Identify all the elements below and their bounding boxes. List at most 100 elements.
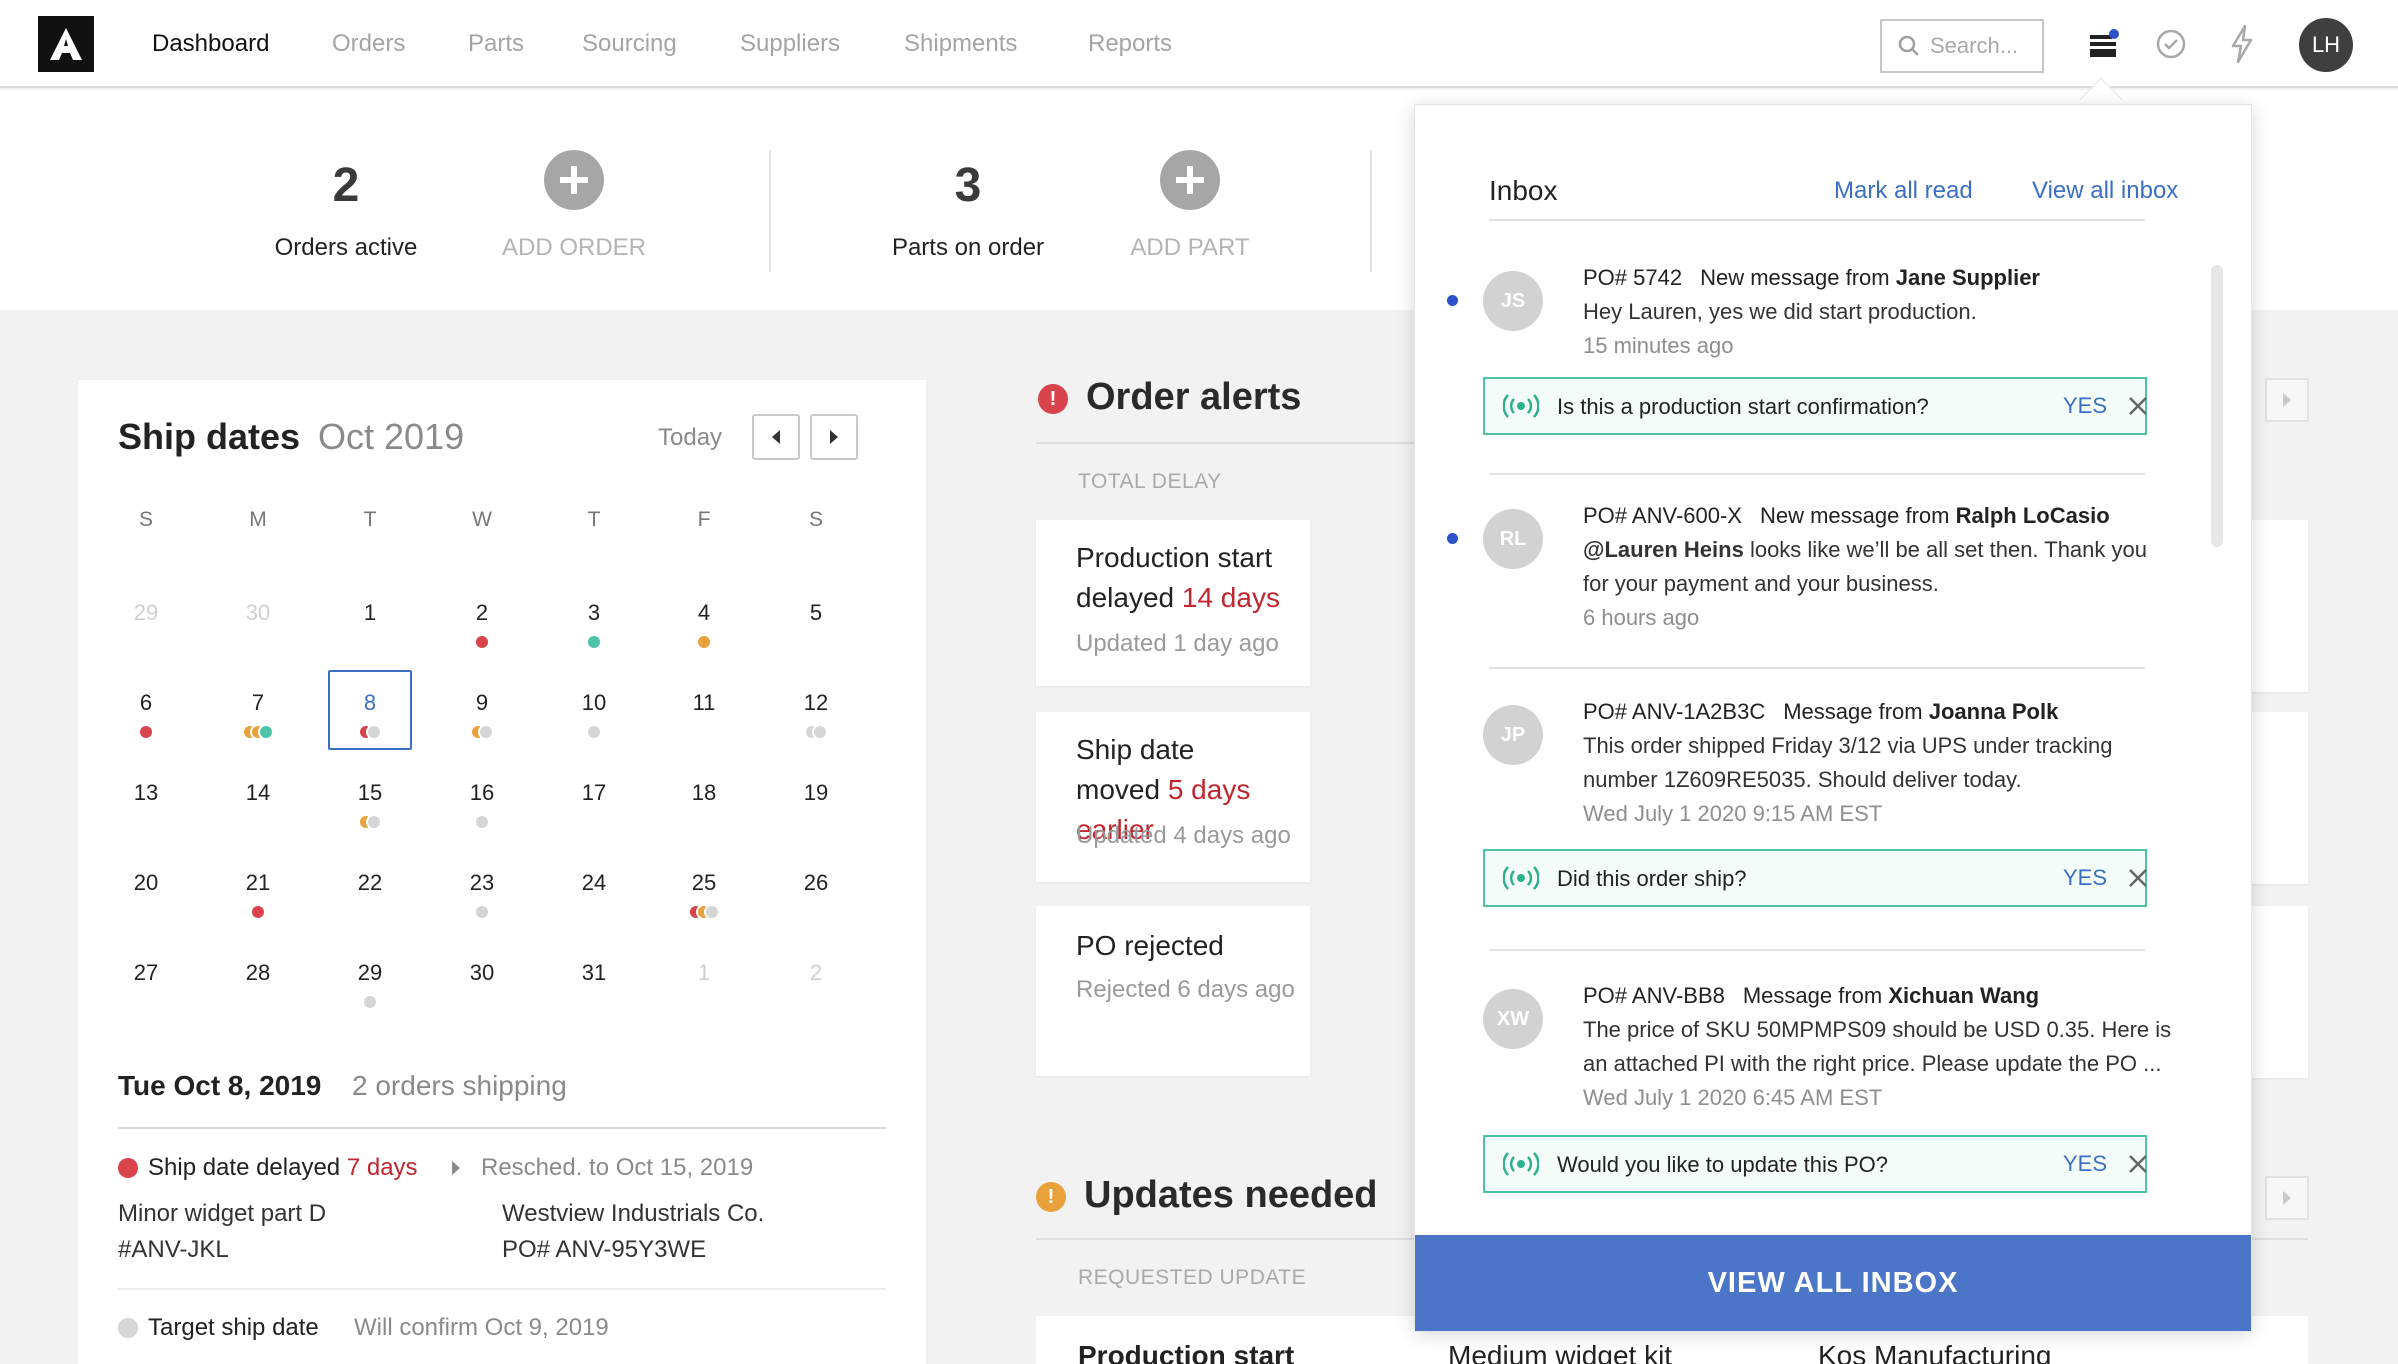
alert-card[interactable]: Ship date moved 5 days earlier Updated 4… — [1036, 712, 1310, 882]
calendar-day[interactable]: 28 — [208, 960, 308, 1040]
check-circle-icon[interactable] — [2151, 24, 2191, 64]
add-order-button[interactable] — [544, 150, 604, 210]
calendar-day[interactable]: 23 — [432, 870, 532, 950]
calendar-day[interactable]: 18 — [654, 780, 754, 860]
calendar-day[interactable]: 11 — [654, 690, 754, 770]
alert-card[interactable]: Production start delayed 14 days Updated… — [1036, 520, 1310, 686]
update-part: Medium widget kit — [1448, 1340, 1673, 1364]
calendar-day[interactable]: 31 — [544, 960, 644, 1040]
weekday-label: F — [697, 508, 711, 531]
day-number: 5 — [809, 600, 823, 625]
ship-dot-red — [250, 904, 266, 920]
user-avatar[interactable]: LH — [2299, 18, 2353, 72]
calendar-day[interactable]: 21 — [208, 870, 308, 950]
ship-dot-gray — [474, 814, 490, 830]
confirm-question: Is this a production start confirmation? — [1557, 394, 1929, 419]
lightning-icon[interactable] — [2222, 24, 2262, 64]
calendar-day[interactable]: 25 — [654, 870, 754, 950]
calendar-day[interactable]: 1 — [320, 600, 420, 680]
calendar-day[interactable]: 20 — [96, 870, 196, 950]
nav-shipments[interactable]: Shipments — [904, 30, 1017, 58]
nav-orders[interactable]: Orders — [332, 30, 405, 58]
calendar-day[interactable]: 2 — [766, 960, 866, 1040]
nav-suppliers[interactable]: Suppliers — [740, 30, 840, 58]
nav-dashboard[interactable]: Dashboard — [152, 30, 269, 58]
ship-item-po[interactable]: PO# ANV-95Y3WE — [502, 1236, 706, 1264]
day-number: 21 — [245, 870, 271, 895]
calendar-day[interactable]: 29 — [320, 960, 420, 1040]
calendar-day[interactable]: 8 — [320, 670, 420, 770]
alert-title-prefix: delayed — [1076, 582, 1175, 613]
nav-sourcing[interactable]: Sourcing — [582, 30, 677, 58]
warning-icon: ! — [1036, 1182, 1066, 1212]
close-icon[interactable] — [2125, 1151, 2151, 1177]
scrollbar-thumb[interactable] — [2211, 265, 2223, 547]
calendar-day[interactable]: 1 — [654, 960, 754, 1040]
calendar-day[interactable]: 12 — [766, 690, 866, 770]
calendar-day[interactable]: 30 — [208, 600, 308, 680]
add-part-button[interactable] — [1160, 150, 1220, 210]
inbox-tray-icon[interactable] — [2083, 24, 2123, 64]
ship-dot-red — [138, 724, 154, 740]
day-number: 13 — [133, 780, 159, 805]
close-icon[interactable] — [2125, 865, 2151, 891]
ship-item-status[interactable]: Ship date delayed 7 days — [148, 1154, 418, 1182]
next-month-button[interactable] — [810, 414, 858, 460]
view-all-inbox-link[interactable]: View all inbox — [2032, 177, 2178, 205]
alert-updated: Rejected 6 days ago — [1076, 976, 1295, 1003]
calendar-day[interactable]: 24 — [544, 870, 644, 950]
calendar-day[interactable]: 14 — [208, 780, 308, 860]
ship-dot-gray — [474, 904, 490, 920]
nav-parts[interactable]: Parts — [468, 30, 524, 58]
calendar-day[interactable]: 16 — [432, 780, 532, 860]
mark-all-read-link[interactable]: Mark all read — [1834, 177, 1973, 205]
message-time: Wed July 1 2020 9:15 AM EST — [1583, 801, 1883, 826]
calendar-day[interactable]: 17 — [544, 780, 644, 860]
confirm-yes-button[interactable]: YES — [2063, 1151, 2107, 1177]
updates-next-button[interactable] — [2265, 1176, 2309, 1220]
calendar-day[interactable]: 7 — [208, 690, 308, 770]
today-button[interactable]: Today — [658, 424, 722, 452]
calendar-day[interactable]: 29 — [96, 600, 196, 680]
view-all-inbox-button[interactable]: VIEW ALL INBOX — [1415, 1235, 2251, 1331]
alerts-next-button[interactable] — [2265, 378, 2309, 422]
app-logo[interactable] — [38, 16, 94, 72]
calendar-day[interactable]: 10 — [544, 690, 644, 770]
ship-item-status[interactable]: Target ship date — [148, 1314, 319, 1342]
weekday-label: S — [808, 508, 823, 531]
calendar-day[interactable]: 4 — [654, 600, 754, 680]
alert-card[interactable]: PO rejected Rejected 6 days ago — [1036, 906, 1310, 1076]
day-number: 19 — [803, 780, 829, 805]
message-mention[interactable]: @Lauren Heins — [1583, 537, 1744, 562]
day-number: 3 — [587, 600, 601, 625]
calendar-day[interactable]: 2 — [432, 600, 532, 680]
calendar-day[interactable]: 13 — [96, 780, 196, 860]
message-header: PO# ANV-BB8 Message from Xichuan Wang — [1583, 983, 2039, 1009]
calendar-day[interactable]: 27 — [96, 960, 196, 1040]
add-part-label[interactable]: ADD PART — [1090, 234, 1290, 262]
calendar-day[interactable]: 19 — [766, 780, 866, 860]
calendar-day[interactable]: 26 — [766, 870, 866, 950]
calendar-day[interactable]: 15 — [320, 780, 420, 860]
search-input[interactable] — [1930, 33, 2034, 59]
calendar-day[interactable]: 30 — [432, 960, 532, 1040]
confirm-yes-button[interactable]: YES — [2063, 393, 2107, 419]
calendar-day[interactable]: 3 — [544, 600, 644, 680]
plus-icon — [1176, 166, 1204, 194]
confirm-yes-button[interactable]: YES — [2063, 865, 2107, 891]
calendar-day[interactable]: 9 — [432, 690, 532, 770]
top-nav: Dashboard Orders Parts Sourcing Supplier… — [0, 0, 2398, 88]
calendar-day[interactable]: 5 — [766, 600, 866, 680]
day-number: 29 — [357, 960, 383, 985]
plus-icon — [560, 166, 588, 194]
calendar-day[interactable]: 22 — [320, 870, 420, 950]
calendar-day[interactable]: 6 — [96, 690, 196, 770]
ship-indicator-dots — [320, 724, 420, 740]
message-po: PO# ANV-600-X — [1583, 503, 1742, 528]
close-icon[interactable] — [2125, 393, 2151, 419]
add-order-label[interactable]: ADD ORDER — [474, 234, 674, 262]
nav-reports[interactable]: Reports — [1088, 30, 1172, 58]
prev-month-button[interactable] — [752, 414, 800, 460]
updates-needed-title: Updates needed — [1084, 1174, 1378, 1216]
search-box[interactable] — [1880, 19, 2044, 73]
